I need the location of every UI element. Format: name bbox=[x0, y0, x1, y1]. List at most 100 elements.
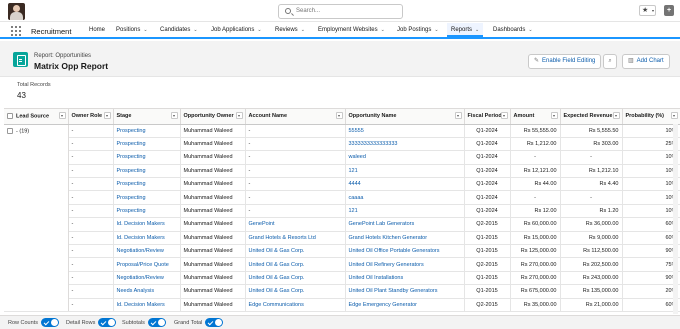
table-cell[interactable]: 121 bbox=[345, 204, 465, 219]
table-cell[interactable]: Prospecting bbox=[113, 124, 181, 138]
table-cell[interactable]: United Oil & Gas Corp. bbox=[245, 284, 346, 299]
grand-total-toggle[interactable]: Grand Total bbox=[174, 318, 224, 328]
nav-item-positions[interactable]: Positions ⌄ bbox=[116, 27, 148, 33]
table-cell[interactable]: Proposal/Price Quote bbox=[113, 257, 181, 272]
nav-item-employment-websites[interactable]: Employment Websites ⌄ bbox=[318, 27, 385, 33]
table-cell[interactable]: 3333333333333333 bbox=[345, 137, 465, 152]
table-cell[interactable]: caaaa bbox=[345, 190, 465, 205]
nav-item-reviews[interactable]: Reviews ⌄ bbox=[275, 27, 305, 33]
toggle-switch[interactable] bbox=[147, 318, 166, 328]
table-cell[interactable]: waleed bbox=[345, 150, 465, 165]
table-cell: - bbox=[245, 124, 346, 138]
column-menu-icon[interactable]: ▾ bbox=[103, 112, 111, 119]
nav-item-job-applications[interactable]: Job Applications ⌄ bbox=[211, 27, 262, 33]
table-cell[interactable]: Negotiation/Review bbox=[113, 271, 181, 286]
col-header-expected-revenue[interactable]: Expected Revenue ▾ bbox=[560, 109, 623, 125]
table-cell: Muhammad Waleed bbox=[180, 190, 246, 205]
add-chart-button[interactable]: ▥ Add Chart bbox=[622, 54, 670, 69]
table-cell[interactable]: 55555 bbox=[345, 124, 465, 138]
group-lead-source[interactable]: - (19) bbox=[4, 124, 69, 312]
report-search-button[interactable]: ⌕ bbox=[603, 54, 617, 69]
favorites-button[interactable]: ★ ▾ bbox=[639, 5, 656, 16]
table-cell[interactable]: Grand Hotels Kitchen Generator bbox=[345, 231, 465, 246]
table-cell[interactable]: Grand Hotels & Resorts Ltd bbox=[245, 231, 346, 246]
col-header-lead-source[interactable]: Lead Source ▾ bbox=[4, 109, 69, 125]
table-cell: Muhammad Waleed bbox=[180, 150, 246, 165]
column-menu-icon[interactable]: ▾ bbox=[335, 112, 343, 119]
column-menu-icon[interactable]: ▾ bbox=[550, 112, 558, 119]
table-cell: 10% bbox=[622, 150, 680, 165]
table-cell[interactable]: GenePoint Lab Generators bbox=[345, 217, 465, 232]
enable-field-editing-button[interactable]: ✎ Enable Field Editing bbox=[528, 54, 602, 69]
table-cell[interactable]: United Oil & Gas Corp. bbox=[245, 271, 346, 286]
total-records-value: 43 bbox=[17, 91, 26, 100]
table-cell[interactable]: United Oil Refinery Generators bbox=[345, 257, 465, 272]
toggle-switch[interactable] bbox=[98, 318, 117, 328]
table-cell[interactable]: United Oil Installations bbox=[345, 271, 465, 286]
table-cell[interactable]: Id. Decision Makers bbox=[113, 231, 181, 246]
table-cell[interactable]: Negotiation/Review bbox=[113, 244, 181, 259]
column-menu-icon[interactable]: ▾ bbox=[670, 112, 678, 119]
table-cell: Muhammad Waleed bbox=[180, 271, 246, 286]
table-cell[interactable]: Prospecting bbox=[113, 204, 181, 219]
table-cell: 60% bbox=[622, 217, 680, 232]
select-all-checkbox[interactable] bbox=[7, 113, 13, 120]
nav-item-reports[interactable]: Reports ⌄ bbox=[447, 23, 484, 37]
global-search-box[interactable]: Search... bbox=[278, 4, 403, 19]
table-scrollbar[interactable] bbox=[673, 124, 678, 314]
detail-rows-toggle[interactable]: Detail Rows bbox=[66, 318, 117, 328]
table-cell: - bbox=[245, 204, 346, 219]
table-cell[interactable]: Id. Decision Makers bbox=[113, 298, 181, 312]
col-header-amount[interactable]: Amount ▾ bbox=[510, 109, 561, 125]
table-cell[interactable]: United Oil & Gas Corp. bbox=[245, 257, 346, 272]
table-cell[interactable]: 4444 bbox=[345, 177, 465, 192]
col-header-probability[interactable]: Probability (%) ▾ bbox=[622, 109, 680, 125]
global-actions-button[interactable]: + bbox=[664, 5, 674, 16]
group-checkbox[interactable] bbox=[7, 127, 13, 134]
table-cell: 10% bbox=[622, 190, 680, 205]
col-header-owner-role[interactable]: Owner Role ▾ bbox=[68, 109, 114, 125]
table-cell: 25% bbox=[622, 137, 680, 152]
toggle-switch[interactable] bbox=[40, 318, 59, 328]
col-header-fiscal-period[interactable]: Fiscal Period ▾ bbox=[464, 109, 511, 125]
table-cell: Muhammad Waleed bbox=[180, 244, 246, 259]
column-menu-icon[interactable]: ▾ bbox=[454, 112, 462, 119]
column-menu-icon[interactable]: ▾ bbox=[235, 112, 243, 119]
app-launcher-icon[interactable] bbox=[11, 26, 21, 36]
table-cell[interactable]: Prospecting bbox=[113, 150, 181, 165]
col-header-account-name[interactable]: Account Name ▾ bbox=[245, 109, 346, 125]
table-cell: Rs 21,000.00 bbox=[560, 298, 623, 312]
table-cell[interactable]: Needs Analysis bbox=[113, 284, 181, 299]
table-cell[interactable]: Edge Emergency Generator bbox=[345, 298, 465, 312]
table-cell: - bbox=[510, 150, 561, 165]
table-cell[interactable]: United Oil Plant Standby Generators bbox=[345, 284, 465, 299]
col-header-stage[interactable]: Stage ▾ bbox=[113, 109, 181, 125]
org-logo[interactable] bbox=[8, 3, 25, 20]
table-cell[interactable]: Id. Decision Makers bbox=[113, 217, 181, 232]
table-cell[interactable]: Prospecting bbox=[113, 177, 181, 192]
column-menu-icon[interactable]: ▾ bbox=[500, 112, 508, 119]
table-cell[interactable]: United Oil & Gas Corp. bbox=[245, 244, 346, 259]
table-cell[interactable]: GenePoint bbox=[245, 217, 346, 232]
col-header-opportunity-owner[interactable]: Opportunity Owner ▾ bbox=[180, 109, 246, 125]
subtotals-toggle[interactable]: Subtotals bbox=[122, 318, 166, 328]
nav-item-candidates[interactable]: Candidates ⌄ bbox=[160, 27, 198, 33]
table-cell[interactable]: Prospecting bbox=[113, 164, 181, 179]
table-cell[interactable]: Prospecting bbox=[113, 190, 181, 205]
nav-item-job-postings[interactable]: Job Postings ⌄ bbox=[397, 27, 439, 33]
table-cell[interactable]: United Oil Office Portable Generators bbox=[345, 244, 465, 259]
nav-item-home[interactable]: Home bbox=[89, 27, 105, 33]
column-menu-icon[interactable]: ▾ bbox=[612, 112, 620, 119]
table-cell[interactable]: 121 bbox=[345, 164, 465, 179]
row-counts-toggle[interactable]: Row Counts bbox=[8, 318, 59, 328]
column-menu-icon[interactable]: ▾ bbox=[58, 112, 66, 119]
table-cell: Muhammad Waleed bbox=[180, 124, 246, 138]
nav-item-dashboards[interactable]: Dashboards ⌄ bbox=[493, 27, 533, 33]
table-cell: - bbox=[560, 150, 623, 165]
table-cell[interactable]: Edge Communications bbox=[245, 298, 346, 312]
col-header-opportunity-name[interactable]: Opportunity Name ▾ bbox=[345, 109, 465, 125]
column-menu-icon[interactable]: ▾ bbox=[170, 112, 178, 119]
table-row: - Prospecting Muhammad Waleed - caaaa Q1-2024… bbox=[4, 190, 680, 205]
toggle-switch[interactable] bbox=[205, 318, 224, 328]
table-cell[interactable]: Prospecting bbox=[113, 137, 181, 152]
